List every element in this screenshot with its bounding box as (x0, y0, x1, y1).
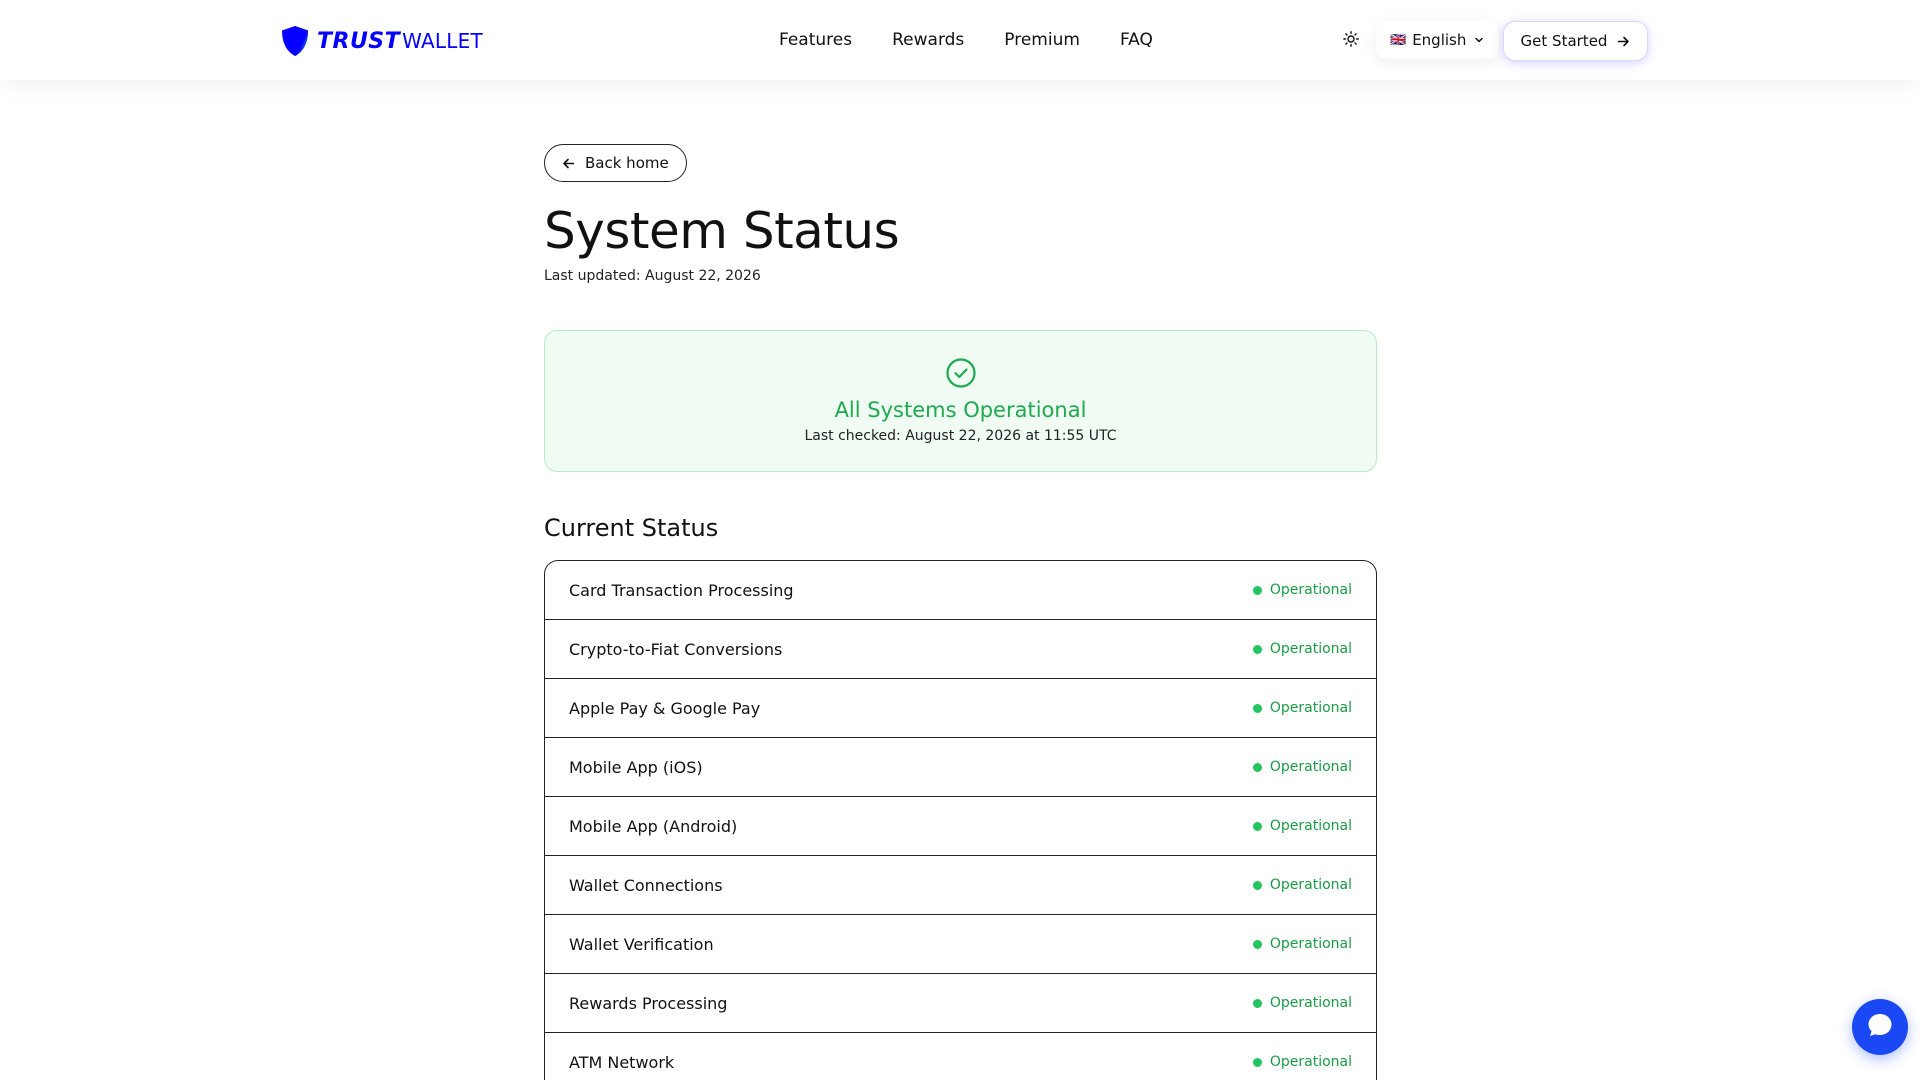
status-label: Operational (1269, 582, 1352, 598)
service-name: Crypto-to-Fiat Conversions (569, 639, 783, 659)
service-name: Apple Pay & Google Pay (569, 698, 761, 718)
main-content: Back home System Status Last updated: Au… (544, 144, 1377, 1080)
page-title: System Status (544, 202, 900, 260)
chevron-down-icon (1474, 35, 1484, 45)
list-item: Wallet Verification Operational (545, 915, 1376, 974)
service-name: ATM Network (569, 1052, 675, 1072)
trust-wallet-logo[interactable]: TRUST WALLET (281, 26, 483, 56)
service-status-list: Card Transaction Processing Operational … (544, 560, 1377, 1080)
current-status-heading: Current Status (544, 514, 719, 542)
status-badge: Operational (1252, 759, 1352, 775)
last-checked-text: Last checked: August 22, 2026 at 11:55 U… (804, 428, 1117, 444)
status-dot-icon (1252, 703, 1262, 713)
status-badge: Operational (1252, 818, 1352, 834)
theme-toggle-button[interactable] (1338, 28, 1364, 54)
chat-support-button[interactable] (1852, 999, 1908, 1055)
arrow-left-icon (562, 157, 575, 170)
status-label: Operational (1269, 700, 1352, 716)
get-started-label: Get Started (1520, 32, 1608, 50)
last-updated-text: Last updated: August 22, 2026 (544, 268, 761, 284)
back-home-label: Back home (585, 154, 669, 172)
service-name: Mobile App (Android) (569, 816, 738, 836)
list-item: Mobile App (Android) Operational (545, 797, 1376, 856)
nav-item-rewards[interactable]: Rewards (892, 30, 964, 50)
list-item: Crypto-to-Fiat Conversions Operational (545, 620, 1376, 679)
status-badge: Operational (1252, 936, 1352, 952)
status-label: Operational (1269, 877, 1352, 893)
status-dot-icon (1252, 644, 1262, 654)
list-item: Rewards Processing Operational (545, 974, 1376, 1033)
service-name: Wallet Connections (569, 875, 723, 895)
nav-item-premium[interactable]: Premium (1004, 30, 1080, 50)
status-dot-icon (1252, 762, 1262, 772)
list-item: ATM Network Operational (545, 1033, 1376, 1080)
status-dot-icon (1252, 998, 1262, 1008)
status-label: Operational (1269, 936, 1352, 952)
back-home-button[interactable]: Back home (544, 144, 687, 182)
overall-status-title: All Systems Operational (834, 398, 1087, 422)
overall-status-banner: All Systems Operational Last checked: Au… (544, 330, 1377, 472)
status-label: Operational (1269, 759, 1352, 775)
service-name: Wallet Verification (569, 934, 714, 954)
list-item: Card Transaction Processing Operational (545, 561, 1376, 620)
status-dot-icon (1252, 880, 1262, 890)
status-label: Operational (1269, 995, 1352, 1011)
status-dot-icon (1252, 1057, 1262, 1067)
nav-item-faq[interactable]: FAQ (1120, 30, 1153, 50)
status-dot-icon (1252, 939, 1262, 949)
status-badge: Operational (1252, 700, 1352, 716)
check-circle-icon (945, 357, 977, 389)
status-dot-icon (1252, 821, 1262, 831)
sun-icon (1343, 31, 1359, 51)
list-item: Apple Pay & Google Pay Operational (545, 679, 1376, 738)
language-selector[interactable]: 🇬🇧 English (1376, 21, 1499, 59)
main-nav: Features Rewards Premium FAQ (779, 0, 1153, 80)
service-name: Mobile App (iOS) (569, 757, 703, 777)
status-badge: Operational (1252, 995, 1352, 1011)
uk-flag-icon: 🇬🇧 (1390, 32, 1407, 48)
status-badge: Operational (1252, 1054, 1352, 1070)
status-dot-icon (1252, 585, 1262, 595)
status-label: Operational (1269, 1054, 1352, 1070)
get-started-button[interactable]: Get Started (1503, 21, 1648, 61)
shield-icon (281, 25, 309, 57)
status-badge: Operational (1252, 641, 1352, 657)
logo-text-trust: TRUST (317, 28, 401, 54)
list-item: Wallet Connections Operational (545, 856, 1376, 915)
logo-text-wallet: WALLET (402, 29, 483, 53)
chat-bubble-icon (1866, 1011, 1894, 1043)
site-header: TRUST WALLET Features Rewards Premium FA… (0, 0, 1920, 80)
arrow-right-icon (1617, 35, 1630, 48)
service-name: Card Transaction Processing (569, 580, 794, 600)
language-label: English (1412, 31, 1467, 49)
list-item: Mobile App (iOS) Operational (545, 738, 1376, 797)
status-badge: Operational (1252, 877, 1352, 893)
status-badge: Operational (1252, 582, 1352, 598)
nav-item-features[interactable]: Features (779, 30, 852, 50)
status-label: Operational (1269, 641, 1352, 657)
service-name: Rewards Processing (569, 993, 728, 1013)
status-label: Operational (1269, 818, 1352, 834)
